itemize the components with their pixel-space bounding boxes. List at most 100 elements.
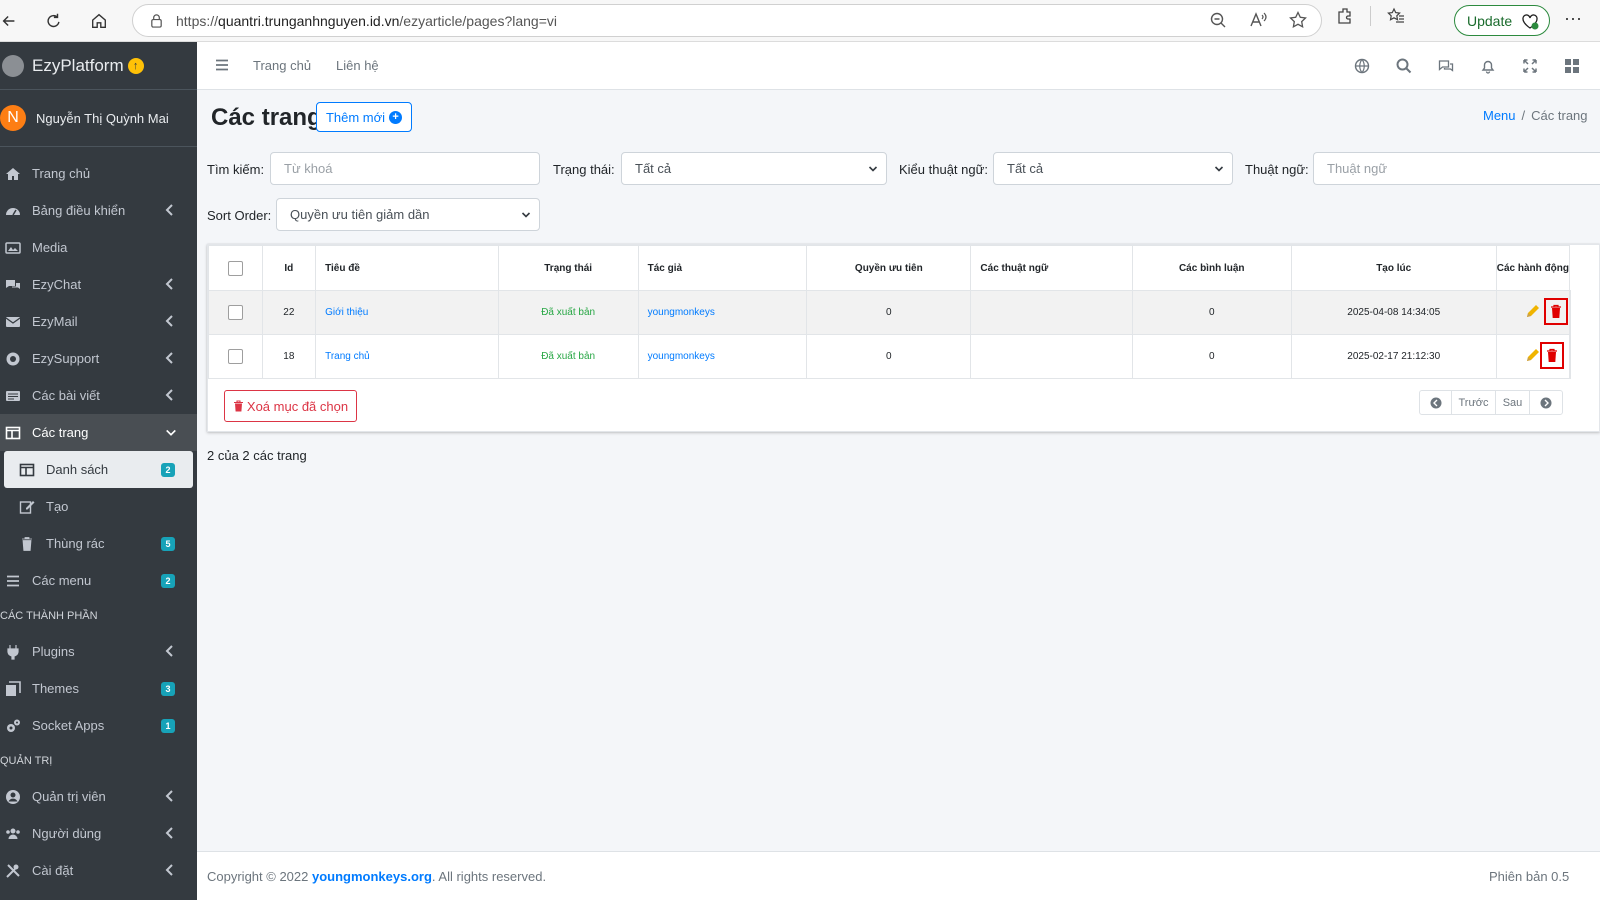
address-bar[interactable]: https://quantri.trunganhnguyen.id.vn/ezy…: [132, 4, 1322, 37]
cell-author-link[interactable]: youngmonkeys: [637, 334, 808, 379]
column-header-terms[interactable]: Các thuật ngữ: [970, 245, 1133, 291]
column-header-priority[interactable]: Quyền ưu tiên: [806, 245, 972, 291]
sidebar-item-ezychat[interactable]: EzyChat: [0, 266, 197, 303]
column-header-comments[interactable]: Các bình luận: [1131, 245, 1292, 291]
cell-author-link[interactable]: youngmonkeys: [637, 290, 808, 335]
breadcrumb-menu-link[interactable]: Menu: [1483, 108, 1516, 123]
sidebar: EzyPlatform ↑ N Nguyễn Thị Quỳnh Mai Tra…: [0, 42, 197, 900]
sidebar-item-menus[interactable]: Các menu 2: [0, 562, 197, 599]
sidebar-item-home[interactable]: Trang chủ: [0, 155, 197, 192]
row-checkbox[interactable]: [227, 305, 243, 320]
add-new-button[interactable]: Thêm mới +: [316, 102, 412, 132]
favorite-star-icon[interactable]: [1289, 11, 1307, 29]
sidebar-item-users[interactable]: Người dùng: [0, 815, 197, 852]
brand-link[interactable]: EzyPlatform ↑: [0, 42, 197, 90]
cell-created: 2025-04-08 14:34:05: [1290, 290, 1497, 335]
copyright-text: Copyright © 2022 youngmonkeys.org. All r…: [207, 869, 546, 884]
sidebar-item-label: Tạo: [46, 499, 69, 514]
next-page-icon-button[interactable]: [1530, 391, 1562, 414]
count-badge: 1: [161, 719, 175, 733]
next-page-button[interactable]: Sau: [1496, 391, 1530, 414]
zoom-out-icon[interactable]: [1209, 11, 1227, 29]
results-count: 2 của 2 các trang: [207, 448, 307, 463]
delete-row-button[interactable]: [1539, 342, 1564, 369]
browser-update-button[interactable]: Update: [1454, 5, 1550, 36]
select-all-checkbox[interactable]: [227, 260, 243, 276]
sidebar-item-label: Quản trị viên: [32, 789, 106, 804]
table-row: 22 Giới thiệu Đã xuất bản youngmonkeys 0…: [208, 290, 1571, 335]
bell-icon[interactable]: [1480, 58, 1496, 74]
chevron-left-icon: [165, 827, 173, 839]
pencil-edit-icon[interactable]: [1525, 347, 1541, 363]
cell-title-link[interactable]: Trang chủ: [315, 334, 499, 379]
sort-order-select[interactable]: Quyền ưu tiên giảm dần: [276, 198, 540, 231]
copyright-link[interactable]: youngmonkeys.org: [312, 869, 432, 884]
topnav-contact-link[interactable]: Liên hệ: [336, 58, 379, 73]
sidebar-item-articles[interactable]: Các bài viết: [0, 377, 197, 414]
back-icon[interactable]: [0, 4, 26, 38]
breadcrumb-current: Các trang: [1531, 108, 1588, 123]
user-panel[interactable]: N Nguyễn Thị Quỳnh Mai: [0, 90, 197, 147]
sidebar-item-media[interactable]: Media: [0, 229, 197, 266]
term-type-select-value: Tất cả: [1007, 161, 1044, 176]
favorites-list-icon[interactable]: [1387, 7, 1405, 25]
delete-selected-button[interactable]: Xoá mục đã chọn: [224, 390, 357, 422]
pages-table: Id Tiêu đề Trạng thái Tác giả Quyền ưu t…: [208, 245, 1571, 379]
sidebar-item-socket-apps[interactable]: Socket Apps 1: [0, 707, 197, 744]
column-header-id[interactable]: Id: [261, 245, 317, 291]
chevron-left-icon: [165, 790, 173, 802]
sidebar-item-page-create[interactable]: Tạo: [0, 488, 197, 525]
cell-title-link[interactable]: Giới thiệu: [315, 290, 499, 335]
read-aloud-icon[interactable]: [1249, 11, 1267, 29]
upgrade-arrow-icon[interactable]: ↑: [127, 57, 144, 74]
user-circle-icon: [4, 789, 22, 805]
sidebar-item-page-trash[interactable]: Thùng rác 5: [0, 525, 197, 562]
search-label: Tìm kiếm:: [207, 162, 265, 177]
prev-page-icon-button[interactable]: [1420, 391, 1452, 414]
copy-pages-icon: [4, 680, 22, 697]
hamburger-menu-icon[interactable]: [215, 58, 229, 72]
column-header-created[interactable]: Tạo lúc: [1290, 245, 1497, 291]
trash-icon: [1550, 304, 1561, 318]
search-input[interactable]: Từ khoá: [270, 152, 540, 185]
browser-menu-button[interactable]: ···: [1564, 8, 1582, 29]
sidebar-item-ezymail[interactable]: EzyMail: [0, 303, 197, 340]
row-checkbox[interactable]: [227, 349, 243, 364]
bars-icon: [4, 573, 22, 589]
sidebar-item-dashboard[interactable]: Bảng điều khiển: [0, 192, 197, 229]
sidebar-item-page-list[interactable]: Danh sách 2: [4, 451, 193, 488]
sidebar-item-plugins[interactable]: Plugins: [0, 633, 197, 670]
sidebar-item-settings[interactable]: Cài đặt: [0, 852, 197, 889]
grid-apps-icon[interactable]: [1564, 58, 1580, 74]
add-new-label: Thêm mới: [325, 109, 386, 125]
status-select[interactable]: Tất cả: [621, 152, 887, 185]
sidebar-item-admins[interactable]: Quản trị viên: [0, 778, 197, 815]
pencil-edit-icon[interactable]: [1525, 303, 1541, 319]
trash-icon: [233, 400, 243, 412]
column-header-title[interactable]: Tiêu đề: [315, 245, 499, 291]
globe-language-icon[interactable]: [1354, 58, 1370, 74]
column-header-actions: Các hành động: [1495, 245, 1571, 291]
reload-icon[interactable]: [36, 4, 70, 38]
topnav-home-link[interactable]: Trang chủ: [253, 58, 311, 73]
delete-row-button[interactable]: [1543, 298, 1568, 325]
term-input[interactable]: Thuật ngữ: [1313, 152, 1600, 185]
arrow-circle-right-icon: [1540, 397, 1552, 408]
count-badge: 5: [161, 537, 175, 551]
cell-id: 18: [261, 334, 317, 379]
fullscreen-icon[interactable]: [1522, 58, 1538, 74]
prev-page-button[interactable]: Trước: [1452, 391, 1496, 414]
sidebar-item-ezysupport[interactable]: EzySupport: [0, 340, 197, 377]
arrow-circle-left-icon: [1430, 397, 1441, 408]
dashboard-gauge-icon: [4, 203, 22, 219]
breadcrumb-separator: /: [1521, 108, 1526, 123]
sidebar-item-pages[interactable]: Các trang: [0, 414, 197, 451]
column-header-author[interactable]: Tác giả: [637, 245, 808, 291]
term-type-select[interactable]: Tất cả: [993, 152, 1233, 185]
search-icon[interactable]: [1396, 58, 1412, 74]
messages-icon[interactable]: [1438, 58, 1454, 74]
extensions-icon[interactable]: [1336, 7, 1354, 25]
sidebar-item-themes[interactable]: Themes 3: [0, 670, 197, 707]
home-icon[interactable]: [82, 4, 116, 38]
column-header-status[interactable]: Trạng thái: [497, 245, 639, 291]
